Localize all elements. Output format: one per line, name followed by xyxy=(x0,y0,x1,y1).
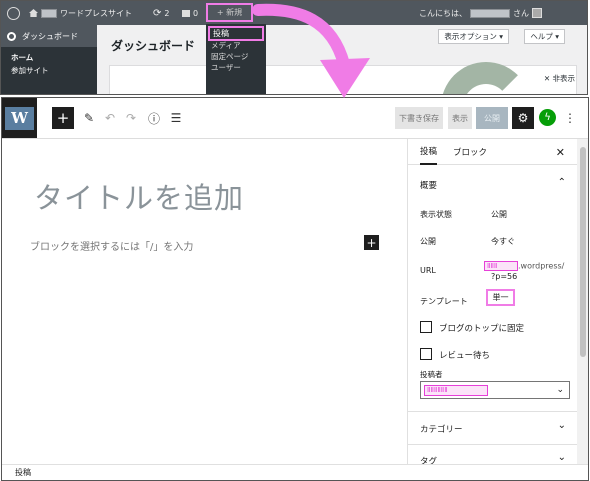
close-icon[interactable]: ✕ xyxy=(556,139,565,165)
dismiss-link[interactable]: ✕ 非表示 xyxy=(544,73,575,84)
author-label: 投稿者 xyxy=(420,370,443,379)
avatar xyxy=(532,8,542,18)
settings-gear-icon[interactable]: ⚙ xyxy=(512,107,534,129)
comments-count: 0 xyxy=(193,8,199,18)
breadcrumb: 投稿 xyxy=(2,464,588,480)
publish-button[interactable]: 公開 xyxy=(476,107,508,129)
sidebar-item-dashboard[interactable]: ダッシュボード xyxy=(1,25,97,47)
url-line-2: ?p=56 xyxy=(491,272,518,281)
pen-icon[interactable]: ✎ xyxy=(82,107,96,129)
info-icon[interactable]: ⓘ xyxy=(147,107,161,129)
chevron-up-icon[interactable]: ⌃ xyxy=(558,177,566,188)
comments-link[interactable]: 0 xyxy=(182,1,198,25)
greeting: こんにちは、 xyxy=(419,8,467,18)
pending-review-checkbox[interactable] xyxy=(420,348,432,360)
publish-date-value[interactable]: 今すぐ xyxy=(491,236,515,247)
url-value[interactable]: ⅡⅡⅡ .wordpress/ xyxy=(484,261,564,271)
title-input[interactable]: タイトルを追加 xyxy=(34,175,244,217)
redo-icon[interactable]: ↷ xyxy=(124,107,138,129)
add-block-button[interactable]: + xyxy=(52,107,74,129)
screen-options-button[interactable]: 表示オプション ▾ xyxy=(438,29,509,44)
redacted-username xyxy=(470,8,510,18)
redacted-author: ⅡⅡⅡⅡⅡⅡ xyxy=(424,384,488,396)
summary-panel: 概要 ⌃ 表示状態 公開 公開 今すぐ URL ⅡⅡⅡ .wordpress/ ?… xyxy=(408,165,578,412)
comment-icon xyxy=(182,9,190,17)
sticky-checkbox[interactable] xyxy=(420,321,432,333)
admin-sidebar: ダッシュボード ホーム 参加サイト xyxy=(1,25,97,94)
chevron-down-icon[interactable]: ⌄ xyxy=(558,452,566,463)
jetpack-bolt-icon[interactable]: ϟ xyxy=(539,109,556,126)
site-name-link[interactable]: ワードプレスサイト xyxy=(29,1,132,25)
site-logo: W xyxy=(5,106,34,130)
template-value: 単一 xyxy=(492,293,509,302)
pending-review-label: レビュー待ち xyxy=(439,351,491,361)
tab-post[interactable]: 投稿 xyxy=(420,139,438,165)
wordpress-logo-icon[interactable] xyxy=(7,1,20,25)
tutorial-composite: ワードプレスサイト ⟳ 2 0 + 新規 こんにちは、 さん ダッシュボード ホ… xyxy=(0,0,590,481)
greeting-suffix: さん xyxy=(513,8,529,18)
tab-block[interactable]: ブロック xyxy=(453,139,487,165)
template-button[interactable]: 単一 xyxy=(486,289,515,306)
sticky-label: ブログのトップに固定 xyxy=(439,324,525,334)
help-button[interactable]: ヘルプ ▾ xyxy=(524,29,565,44)
account-link[interactable]: こんにちは、 さん xyxy=(419,1,542,25)
home-icon xyxy=(29,9,38,17)
logo-letter: W xyxy=(11,109,28,127)
sidebar-item-sites[interactable]: 参加サイト xyxy=(1,64,97,77)
categories-header[interactable]: カテゴリー xyxy=(420,423,463,435)
save-draft-button[interactable]: 下書き保存 xyxy=(395,107,443,129)
undo-icon[interactable]: ↶ xyxy=(103,107,117,129)
visibility-value[interactable]: 公開 xyxy=(491,209,507,220)
inline-add-block-button[interactable]: + xyxy=(364,235,379,250)
url-line-1: .wordpress/ xyxy=(518,261,565,271)
preview-button[interactable]: 表示 xyxy=(448,107,472,129)
updates-link[interactable]: ⟳ 2 xyxy=(153,1,169,25)
redacted-site-prefix xyxy=(41,8,57,18)
scrollbar-thumb[interactable] xyxy=(580,147,586,357)
redacted-url-prefix: ⅡⅡⅡ xyxy=(484,261,518,271)
chevron-down-icon[interactable]: ⌄ xyxy=(558,420,566,431)
editor-canvas: タイトルを追加 ブロックを選択するには「/」を入力 + xyxy=(2,139,407,464)
sidebar-tabs: 投稿 ブロック ✕ xyxy=(408,139,577,165)
block-appender[interactable]: ブロックを選択するには「/」を入力 xyxy=(30,238,193,253)
site-name: ワードプレスサイト xyxy=(60,8,132,18)
dashboard-icon xyxy=(7,31,16,41)
more-options-icon[interactable]: ⋮ xyxy=(564,107,576,129)
sidebar-item-home[interactable]: ホーム xyxy=(1,51,97,64)
summary-header[interactable]: 概要 xyxy=(420,179,437,191)
pointer-arrow-icon xyxy=(252,3,370,98)
categories-panel: カテゴリー ⌄ xyxy=(408,412,578,445)
new-label: + 新規 xyxy=(216,8,243,17)
list-view-icon[interactable]: ☰ xyxy=(168,107,184,129)
updates-count: 2 xyxy=(164,8,170,18)
page-title: ダッシュボード xyxy=(111,39,196,53)
editor-toolbar: W + ✎ ↶ ↷ ⓘ ☰ 下書き保存 表示 公開 ⚙ ϟ ⋮ xyxy=(2,98,588,139)
sidebar-scrollbar[interactable] xyxy=(577,139,588,464)
site-icon-button[interactable]: W xyxy=(2,98,37,138)
settings-sidebar: 投稿 ブロック ✕ 概要 ⌃ 表示状態 公開 公開 今すぐ URL ⅡⅡⅡ .wo… xyxy=(407,139,578,467)
author-select[interactable]: ⅡⅡⅡⅡⅡⅡ ⌄ xyxy=(420,381,570,399)
dashboard-label: ダッシュボード xyxy=(22,31,78,41)
block-editor-screenshot: W + ✎ ↶ ↷ ⓘ ☰ 下書き保存 表示 公開 ⚙ ϟ ⋮ タイトルを追加 … xyxy=(1,97,589,481)
refresh-icon: ⟳ xyxy=(153,7,162,19)
chevron-down-icon: ⌄ xyxy=(556,385,564,395)
